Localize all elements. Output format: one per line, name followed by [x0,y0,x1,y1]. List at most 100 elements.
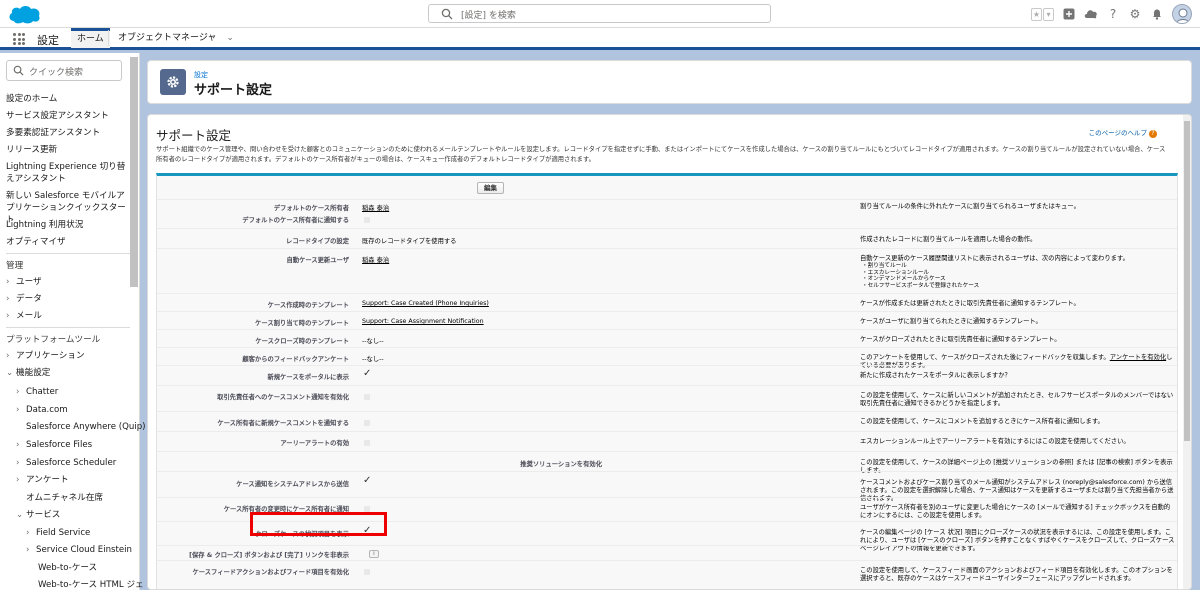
global-actions-icon[interactable] [1062,7,1076,21]
default-case-owner-link[interactable]: 稲森 泰治 [362,203,389,212]
sidebar-item-salesforce-anywhere[interactable]: Salesforce Anywhere (Quip) [26,421,146,433]
info-button[interactable]: i [369,550,379,558]
page-title: サポート設定 [194,83,273,98]
auto-case-user-link[interactable]: 稲森 泰治 [362,255,389,264]
sidebar-item-data[interactable]: › データ [6,293,42,305]
sidebar-item-surveys[interactable]: › アンケート [16,474,69,486]
sidebar-item-release-updates[interactable]: リリース更新 [6,144,57,156]
tab-home[interactable]: ホーム [71,28,110,48]
sidebar-item-mfa-assistant[interactable]: 多要素認証アシスタント [6,127,100,139]
sidebar-item-service-cloud-einstein[interactable]: › Service Cloud Einstein [26,544,132,556]
setup-gear-icon[interactable]: ⚙ [1128,7,1142,21]
chevron-down-icon[interactable]: ⌄ [226,33,234,43]
sidebar-item-web-to-case[interactable]: Web-to-ケース [38,562,97,574]
sidebar-section-admin: 管理 [6,261,24,271]
sidebar-item-chatter[interactable]: › Chatter [16,386,58,398]
field-help: この設定を使用して、ケースに新しいコメントが追加されたとき、セルフサービスポータ… [860,392,1174,407]
field-label: 推奨ソリューションを有効化 [520,461,602,468]
quick-find-input[interactable]: クイック検索 [6,60,122,81]
sidebar-item-users[interactable]: › ユーザ [6,276,42,288]
row-divider [157,411,1177,412]
sidebar-divider [6,253,130,254]
help-link[interactable]: このページのヘルプ? [1089,127,1157,138]
sidebar-item-lightning-usage[interactable]: Lightning 利用状況 [6,219,83,231]
sidebar-item-omni-presence[interactable]: オムニチャネル在席 [26,492,103,504]
salesforce-logo[interactable] [6,3,42,25]
app-name: 設定 [37,34,59,47]
case-assignment-template-link[interactable]: Support: Case Assignment Notification [362,318,484,325]
favorite-star-icon[interactable]: ★ [1031,7,1042,21]
field-label: レコードタイプの設定 [286,238,349,245]
help-icon[interactable]: ? [1106,7,1120,21]
sidebar-item-lex-transition[interactable]: Lightning Experience 切り替えアシスタント [6,161,130,185]
sidebar-item-service[interactable]: ⌄ サービス [16,509,60,521]
sidebar-item-optimizer[interactable]: オプティマイザ [6,236,66,248]
global-search-input[interactable]: [設定] を検索 [428,4,771,23]
scrollbar-thumb[interactable] [1184,121,1190,441]
sidebar-item-email[interactable]: › メール [6,310,42,322]
field-label: ケース所有者に新規ケースコメントを通知する [217,420,349,427]
content-scrollbar[interactable] [1183,115,1191,589]
sidebar-item-setup-home[interactable]: 設定のホーム [6,93,57,105]
chevron-right-icon: › [16,440,20,450]
favorites-list-icon[interactable]: ▾ [1043,7,1054,21]
notifications-bell-icon[interactable] [1150,7,1164,21]
checked-checkmark-icon: ✓ [363,475,372,486]
row-divider [157,560,1177,561]
quick-find-placeholder: クイック検索 [29,68,84,78]
search-icon [441,8,453,20]
help-list: ・割り当てルール ・エスカレーションルール ・オンデマンドメールからケース ・セ… [862,263,980,289]
field-label: 自動ケース更新ユーザ [286,257,349,264]
global-header: [設定] を検索 ★ ▾ ? ⚙ [0,0,1200,28]
app-launcher-icon[interactable] [13,33,25,45]
row-divider [157,293,1177,294]
field-help: エスカレーションルール上でアーリーアラートを有効にするにはこの設定を使用してくだ… [860,438,1130,445]
field-label: 新規ケースをポータルに表示 [267,374,349,381]
field-value: --なし-- [362,338,384,345]
sidebar-item-field-service[interactable]: › Field Service [26,527,90,539]
edit-button[interactable]: 編集 [477,182,504,194]
row-divider [157,365,1177,366]
field-help: 自動ケース更新のケース履歴関連リストに表示されるユーザは、次の内容によって変わり… [860,255,1175,289]
sidebar-item-salesforce-scheduler[interactable]: › Salesforce Scheduler [16,457,116,469]
field-help: 作成されたレコードに割り当てルールを適用した場合の動作。 [860,236,1037,243]
enable-surveys-link[interactable]: アンケートを有効化 [1110,354,1166,361]
row-divider [157,431,1177,432]
case-created-template-link[interactable]: Support: Case Created (Phone Inquiries) [362,300,489,307]
row-divider [157,471,1177,472]
sidebar-item-web-to-case-html[interactable]: Web-to-ケース HTML ジェ [38,579,144,590]
field-label: ケースクローズ時のテンプレート [255,338,349,345]
setup-gear-icon [160,69,186,95]
sidebar-item-service-setup-assistant[interactable]: サービス設定アシスタント [6,110,109,122]
row-divider [157,329,1177,330]
chevron-down-icon: ⌄ [6,368,14,378]
favorites-control[interactable]: ★ ▾ [1031,7,1054,21]
section-title: サポート設定 [156,128,232,143]
chevron-right-icon: › [16,475,20,485]
app-navigation-bar: 設定 ホーム オブジェクトマネージャ ⌄ [0,28,1200,50]
trailhead-icon[interactable] [1084,7,1098,21]
search-placeholder: [設定] を検索 [461,11,516,21]
sidebar-section-platform: プラットフォームツール [6,335,101,345]
chevron-down-icon: ⌄ [16,510,24,520]
chevron-right-icon: › [6,277,10,287]
tab-divider [108,30,109,46]
field-label: ケースフィードアクションおよびフィード項目を有効化 [192,569,349,576]
sidebar-scrollbar[interactable] [130,57,138,287]
sidebar-item-feature-settings[interactable]: ⌄ 機能設定 [6,367,50,379]
sidebar-item-salesforce-files[interactable]: › Salesforce Files [16,439,92,451]
row-divider [157,451,1177,452]
tab-object-manager[interactable]: オブジェクトマネージャ ⌄ [112,28,240,48]
field-label: ケース通知をシステムアドレスから送信 [236,481,349,488]
field-label: [保存 & クローズ] ボタンおよび [完了] リンクを非表示 [189,552,349,559]
field-help: この設定を使用して、ケースにコメントを追加するときにケース所有者に通知します。 [860,418,1104,425]
sidebar-item-datacom[interactable]: › Data.com [16,404,68,416]
user-avatar[interactable] [1172,4,1192,24]
unchecked-checkbox [364,217,370,223]
help-icon: ? [1149,130,1157,138]
chevron-right-icon: › [6,294,10,304]
row-divider [157,248,1177,249]
checked-checkmark-icon: ✓ [363,368,372,379]
field-help: 新たに作成されたケースをポータルに表示しますか？ [860,372,1011,379]
sidebar-item-apps[interactable]: › アプリケーション [6,350,85,362]
